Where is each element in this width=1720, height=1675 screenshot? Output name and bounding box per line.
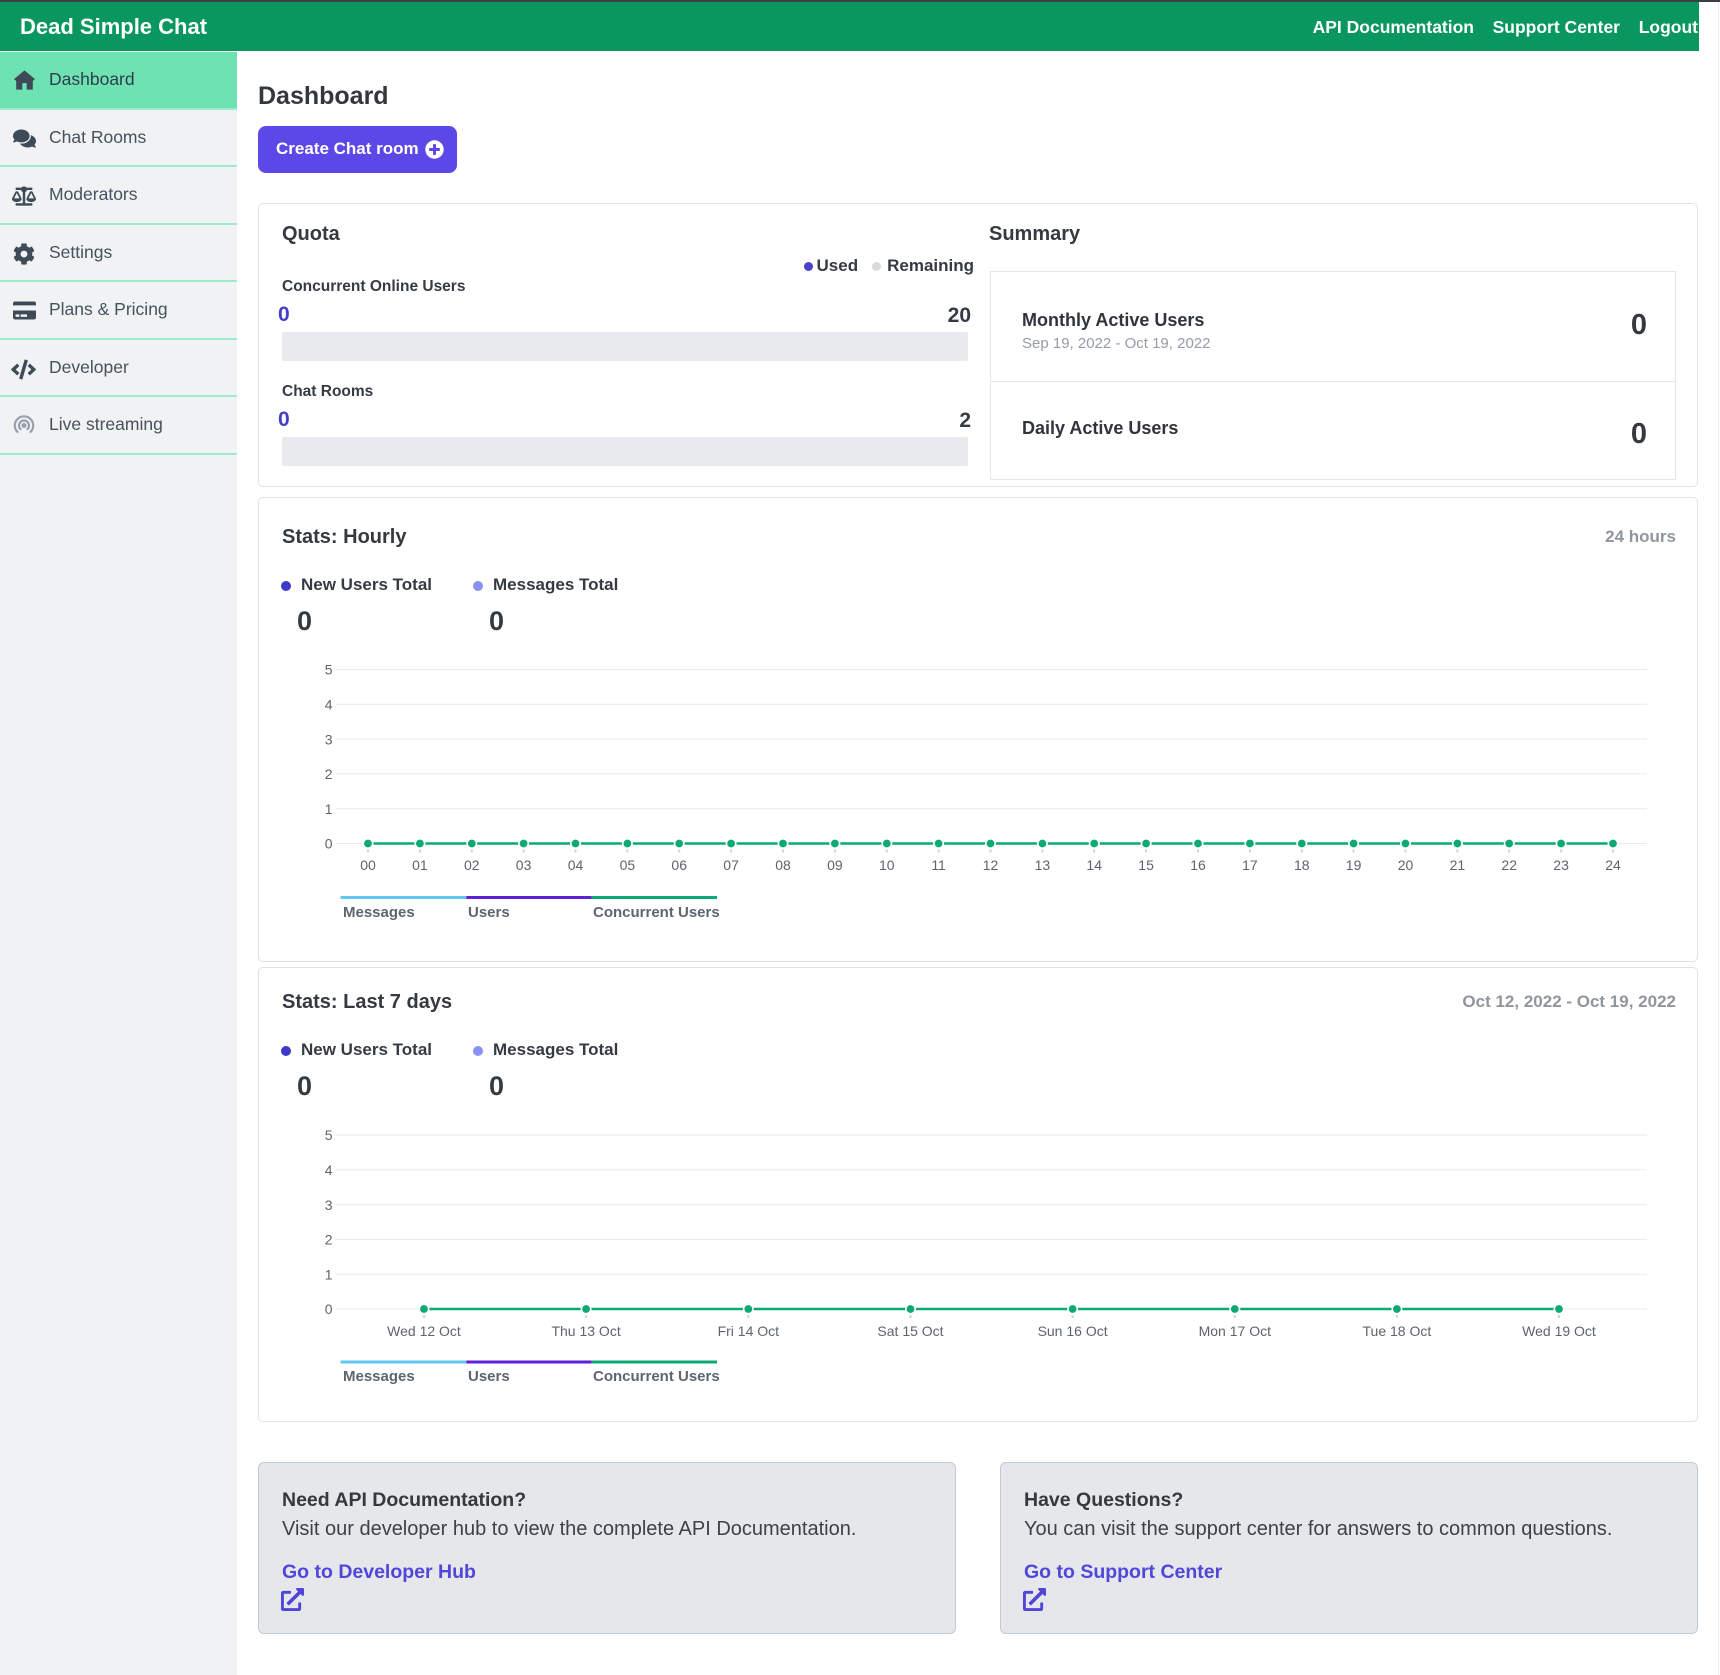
svg-text:03: 03 <box>516 857 532 873</box>
svg-text:05: 05 <box>620 857 636 873</box>
svg-text:11: 11 <box>931 857 946 873</box>
svg-text:17: 17 <box>1242 857 1258 873</box>
svg-text:0: 0 <box>325 836 333 852</box>
svg-text:Fri 14 Oct: Fri 14 Oct <box>718 1323 780 1339</box>
svg-text:07: 07 <box>723 857 739 873</box>
svg-text:00: 00 <box>360 857 376 873</box>
svg-text:Sat 15 Oct: Sat 15 Oct <box>877 1323 943 1339</box>
svg-text:01: 01 <box>412 857 428 873</box>
svg-text:19: 19 <box>1346 857 1362 873</box>
svg-text:22: 22 <box>1501 857 1517 873</box>
svg-text:16: 16 <box>1190 857 1206 873</box>
svg-text:21: 21 <box>1450 857 1466 873</box>
svg-text:2: 2 <box>325 1232 333 1248</box>
svg-text:09: 09 <box>827 857 843 873</box>
svg-text:02: 02 <box>464 857 480 873</box>
svg-text:04: 04 <box>568 857 584 873</box>
svg-text:3: 3 <box>325 731 333 747</box>
svg-text:5: 5 <box>325 662 333 678</box>
svg-text:3: 3 <box>325 1197 333 1213</box>
svg-text:10: 10 <box>879 857 895 873</box>
svg-text:2: 2 <box>325 766 333 782</box>
svg-text:14: 14 <box>1086 857 1102 873</box>
svg-text:18: 18 <box>1294 857 1310 873</box>
svg-text:24: 24 <box>1605 857 1621 873</box>
svg-text:1: 1 <box>325 1266 333 1282</box>
svg-text:23: 23 <box>1553 857 1569 873</box>
svg-text:12: 12 <box>983 857 999 873</box>
svg-text:06: 06 <box>671 857 687 873</box>
svg-text:1: 1 <box>325 801 333 817</box>
svg-text:Mon 17 Oct: Mon 17 Oct <box>1199 1323 1271 1339</box>
svg-text:4: 4 <box>325 697 333 713</box>
svg-text:13: 13 <box>1035 857 1051 873</box>
svg-text:0: 0 <box>325 1301 333 1317</box>
svg-text:20: 20 <box>1398 857 1414 873</box>
svg-text:Wed 12 Oct: Wed 12 Oct <box>387 1323 461 1339</box>
svg-text:5: 5 <box>325 1127 333 1143</box>
svg-text:Sun 16 Oct: Sun 16 Oct <box>1038 1323 1108 1339</box>
svg-text:15: 15 <box>1138 857 1154 873</box>
svg-text:08: 08 <box>775 857 791 873</box>
svg-text:Thu 13 Oct: Thu 13 Oct <box>551 1323 620 1339</box>
svg-text:4: 4 <box>325 1162 333 1178</box>
svg-text:Wed 19 Oct: Wed 19 Oct <box>1522 1323 1596 1339</box>
svg-text:Tue 18 Oct: Tue 18 Oct <box>1363 1323 1432 1339</box>
